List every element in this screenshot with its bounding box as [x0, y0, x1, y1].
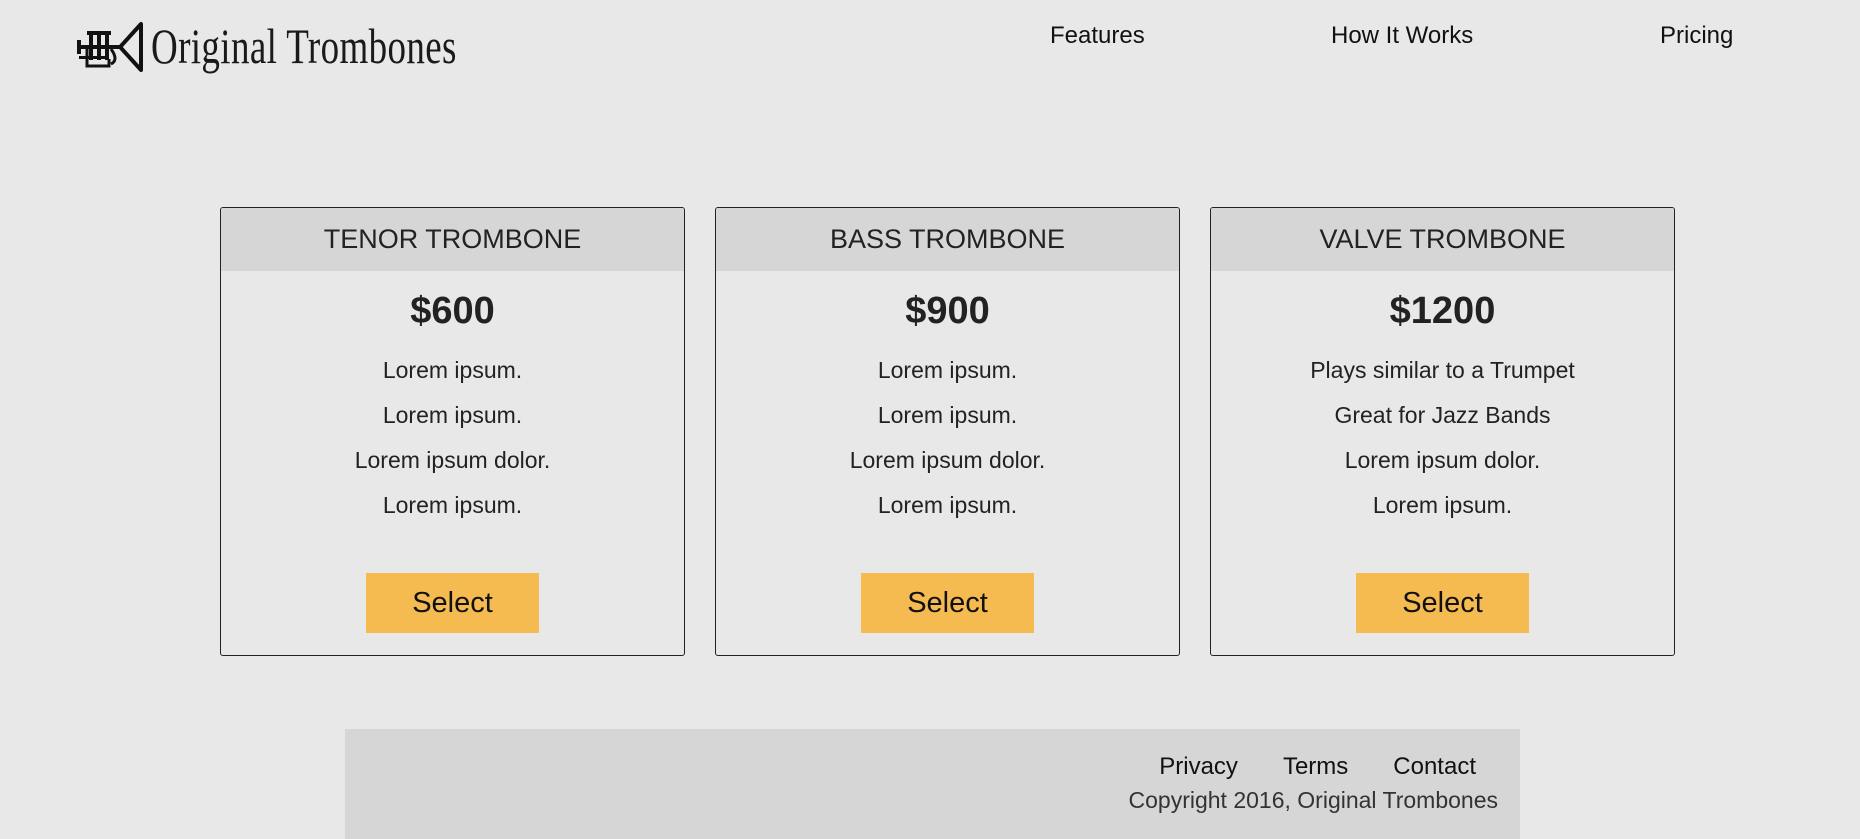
copyright-text: Copyright 2016, Original Trombones	[1128, 787, 1498, 813]
site-header: Original Trombones Features How It Works…	[0, 0, 1860, 110]
plan-feature: Lorem ipsum.	[877, 492, 1018, 518]
site-footer: Privacy Terms Contact Copyright 2016, Or…	[345, 729, 1520, 839]
plan-price: $600	[410, 290, 495, 332]
plan-feature: Lorem ipsum.	[877, 357, 1018, 383]
plan-feature: Lorem ipsum dolor.	[849, 447, 1046, 473]
nav-features-link[interactable]: Features	[1050, 22, 1145, 50]
plan-title: BASS TROMBONE	[716, 208, 1179, 271]
logo[interactable]: Original Trombones	[75, 18, 564, 74]
plan-features: Plays similar to a Trumpet Great for Jaz…	[1211, 348, 1674, 528]
select-valve-button[interactable]: Select	[1356, 573, 1529, 633]
footer-terms-link[interactable]: Terms	[1283, 753, 1348, 781]
plan-card-bass: BASS TROMBONE $900 Lorem ipsum. Lorem ip…	[715, 207, 1180, 656]
plan-title: TENOR TROMBONE	[221, 208, 684, 271]
plan-card-valve: VALVE TROMBONE $1200 Plays similar to a …	[1210, 207, 1675, 656]
select-tenor-button[interactable]: Select	[366, 573, 539, 633]
footer-links: Privacy Terms Contact	[1114, 753, 1476, 781]
plan-price: $900	[905, 290, 990, 332]
plan-feature: Lorem ipsum.	[382, 357, 523, 383]
plan-feature: Lorem ipsum dolor.	[1344, 447, 1541, 473]
nav-how-it-works-link[interactable]: How It Works	[1331, 22, 1473, 50]
nav-pricing-link[interactable]: Pricing	[1660, 22, 1733, 50]
plan-feature: Lorem ipsum dolor.	[354, 447, 551, 473]
plan-feature: Lorem ipsum.	[877, 402, 1018, 428]
brand-name: Original Trombones	[151, 18, 457, 74]
trumpet-icon	[77, 22, 143, 72]
plan-title: VALVE TROMBONE	[1211, 208, 1674, 271]
plan-feature: Great for Jazz Bands	[1334, 402, 1551, 428]
plan-feature: Plays similar to a Trumpet	[1310, 357, 1575, 383]
plan-feature: Lorem ipsum.	[382, 402, 523, 428]
plan-feature: Lorem ipsum.	[382, 492, 523, 518]
plan-card-tenor: TENOR TROMBONE $600 Lorem ipsum. Lorem i…	[220, 207, 685, 656]
select-bass-button[interactable]: Select	[861, 573, 1034, 633]
plan-feature: Lorem ipsum.	[1372, 492, 1513, 518]
footer-privacy-link[interactable]: Privacy	[1159, 753, 1238, 781]
plan-features: Lorem ipsum. Lorem ipsum. Lorem ipsum do…	[716, 348, 1179, 528]
plan-price: $1200	[1389, 290, 1496, 332]
footer-contact-link[interactable]: Contact	[1393, 753, 1476, 781]
plan-features: Lorem ipsum. Lorem ipsum. Lorem ipsum do…	[221, 348, 684, 528]
